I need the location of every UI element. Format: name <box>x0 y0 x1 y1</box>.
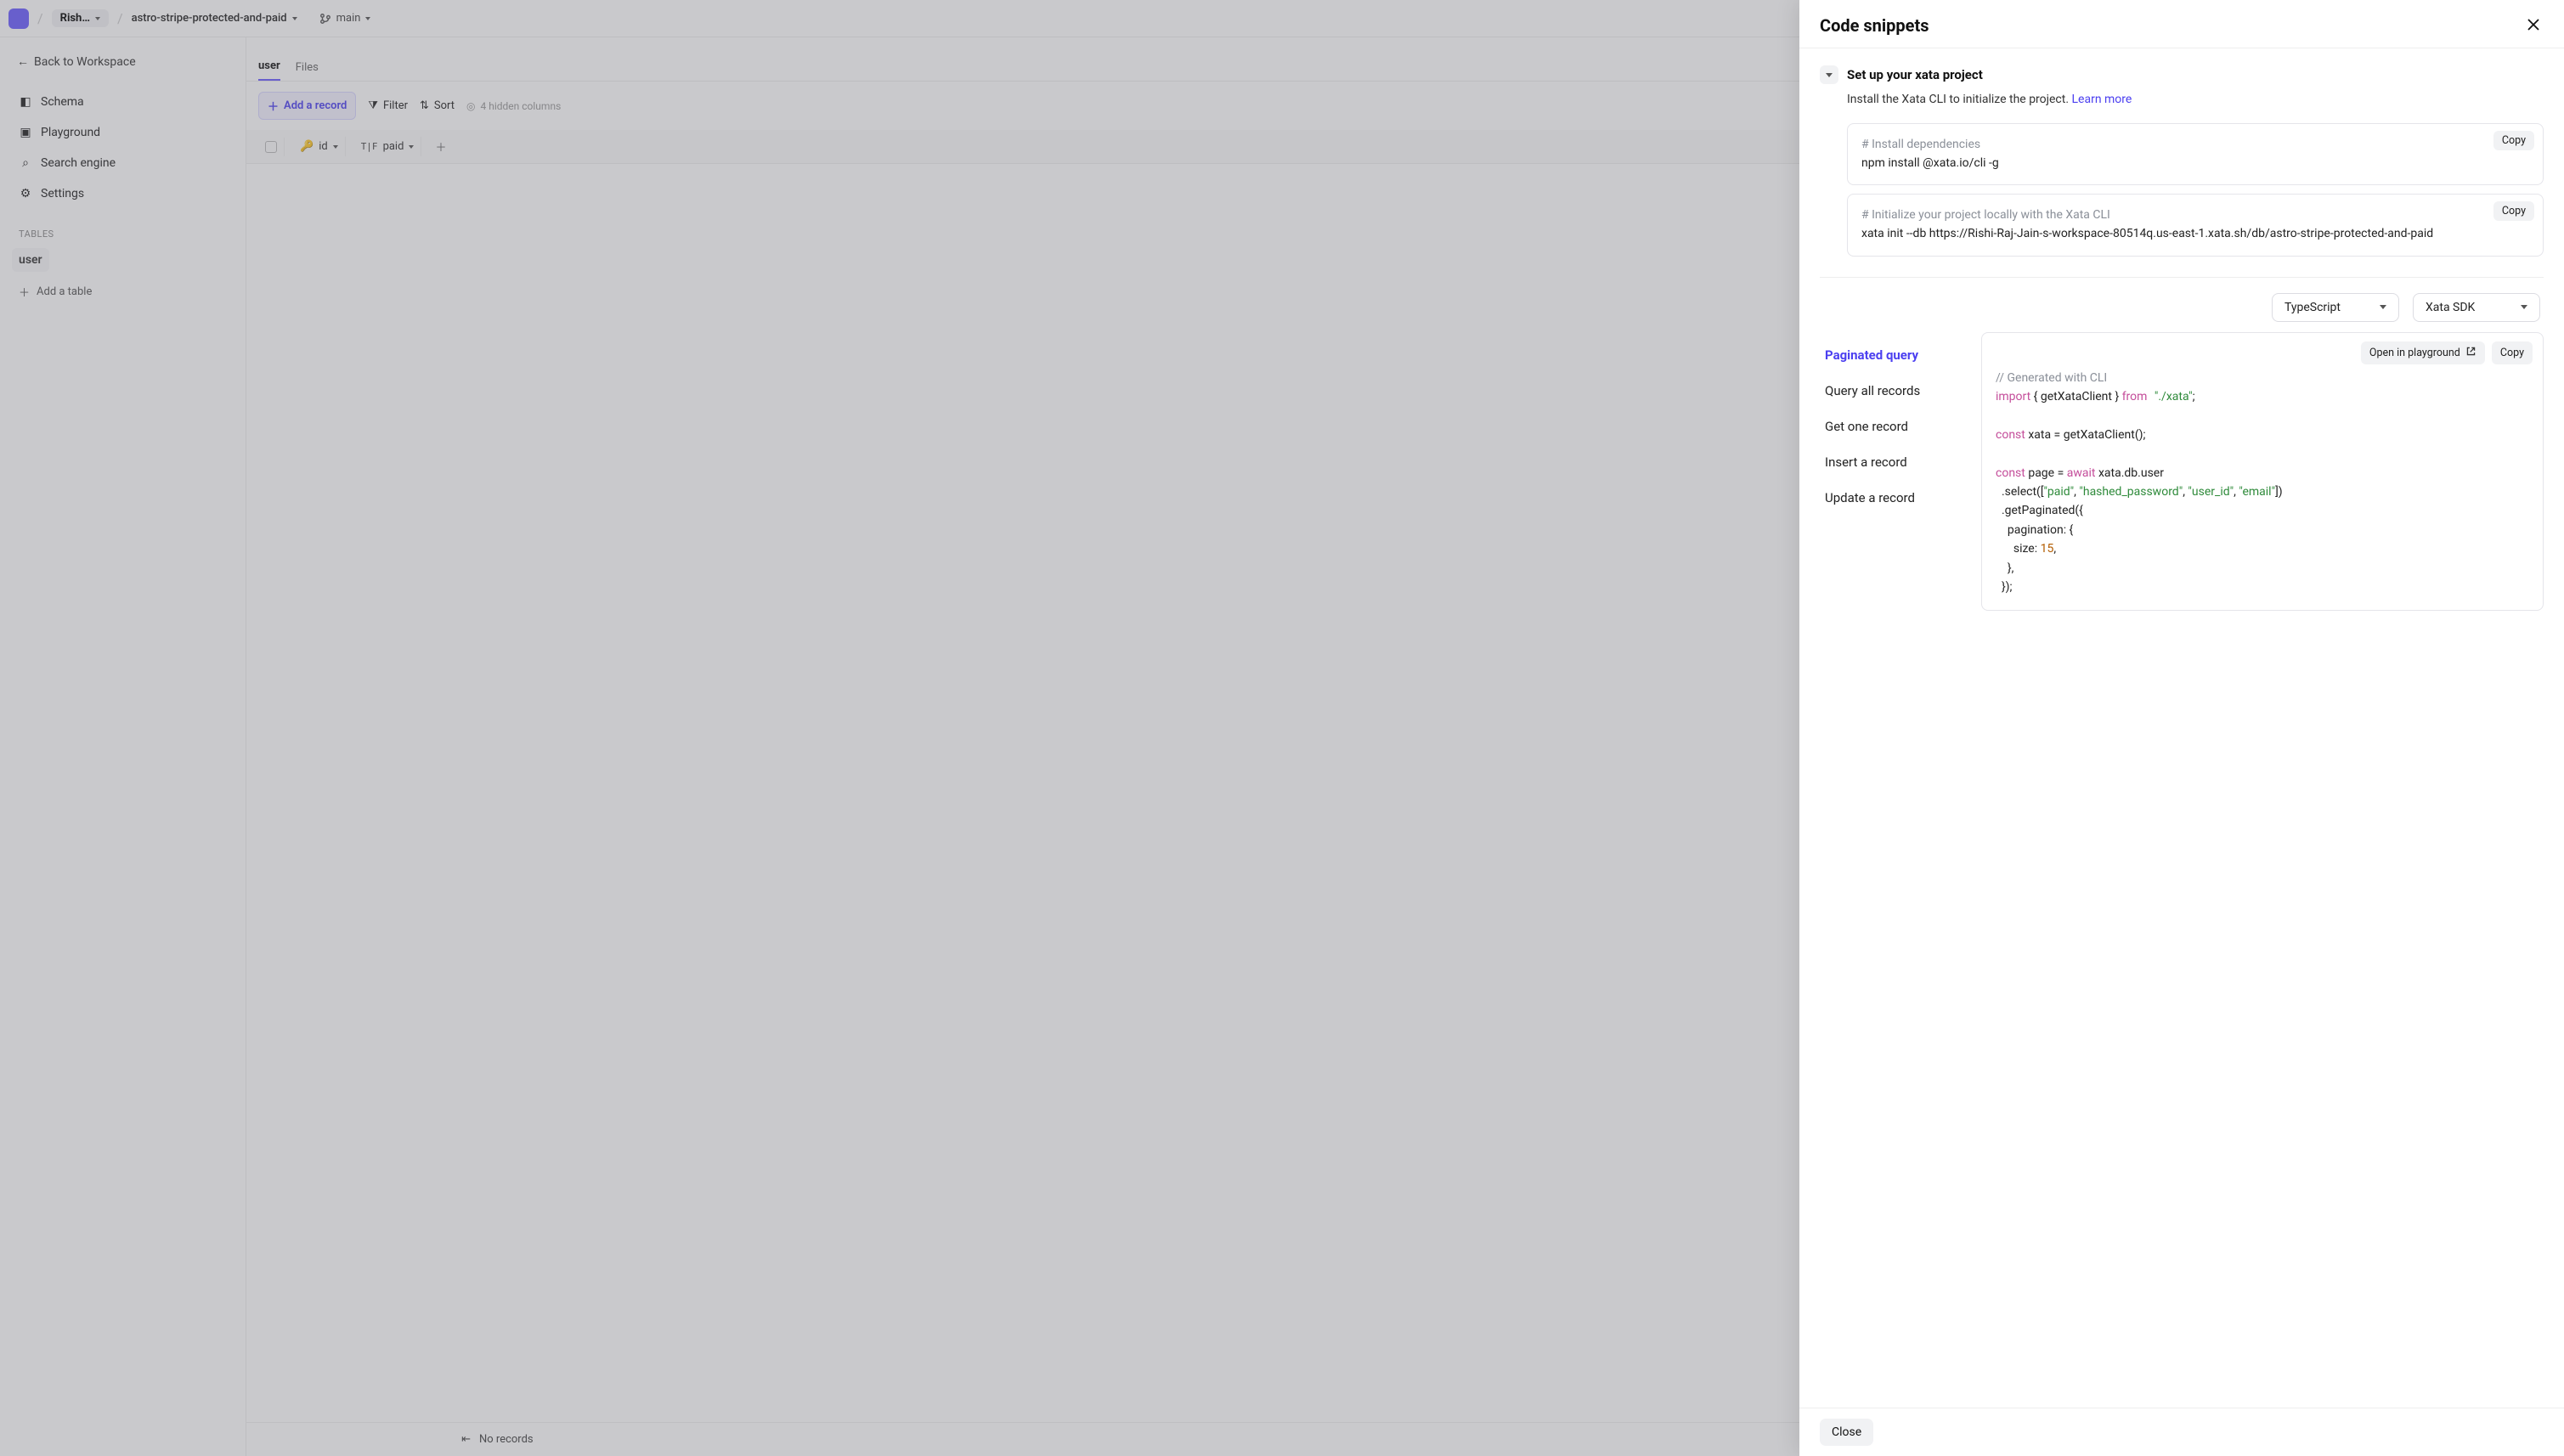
section-setup-header[interactable]: Set up your xata project <box>1820 60 2544 93</box>
chevron-down-icon <box>2380 305 2386 309</box>
open-label: Open in playground <box>2369 347 2460 359</box>
copy-button[interactable]: Copy <box>2493 131 2534 150</box>
panel-title: Code snippets <box>1820 15 1929 36</box>
query-update[interactable]: Update a record <box>1820 480 1981 516</box>
divider <box>1820 277 2544 278</box>
query-paginated[interactable]: Paginated query <box>1820 337 1981 373</box>
overlay[interactable]: Code snippets Set up your xata project I… <box>0 0 2564 1456</box>
close-icon[interactable] <box>2525 16 2544 35</box>
external-link-icon <box>2465 346 2476 360</box>
code-line: xata init --db https://Rishi-Raj-Jain-s-… <box>1861 227 2433 240</box>
init-code-block: Copy # Initialize your project locally w… <box>1847 194 2544 256</box>
code-content: // Generated with CLI import { getXataCl… <box>1996 369 2529 597</box>
code-comment: # Install dependencies <box>1861 138 1980 151</box>
code-snippets-panel: Code snippets Set up your xata project I… <box>1799 0 2564 1456</box>
section-setup-desc: Install the Xata CLI to initialize the p… <box>1820 93 2544 115</box>
section-title: Set up your xata project <box>1847 67 1983 82</box>
learn-more-link[interactable]: Learn more <box>2072 93 2132 106</box>
close-button[interactable]: Close <box>1820 1419 1873 1446</box>
query-one[interactable]: Get one record <box>1820 409 1981 444</box>
code-comment: # Initialize your project locally with t… <box>1861 208 2110 222</box>
chevron-down-icon <box>2521 305 2527 309</box>
query-type-list: Paginated query Query all records Get on… <box>1820 332 1981 612</box>
desc-text: Install the Xata CLI to initialize the p… <box>1847 93 2072 106</box>
query-insert[interactable]: Insert a record <box>1820 444 1981 480</box>
chevron-down-icon <box>1826 73 1833 77</box>
install-code-block: Copy # Install dependencies npm install … <box>1847 123 2544 185</box>
select-value: TypeScript <box>2284 301 2341 314</box>
copy-button[interactable]: Copy <box>2493 201 2534 221</box>
code-line: npm install @xata.io/cli -g <box>1861 156 1999 170</box>
sdk-select[interactable]: Xata SDK <box>2413 293 2540 322</box>
copy-button[interactable]: Copy <box>2492 341 2533 364</box>
open-in-playground-button[interactable]: Open in playground <box>2361 341 2485 364</box>
select-value: Xata SDK <box>2426 301 2475 314</box>
collapse-toggle[interactable] <box>1820 65 1838 84</box>
query-code-block: Open in playground Copy // Generated wit… <box>1981 332 2544 612</box>
language-select[interactable]: TypeScript <box>2272 293 2399 322</box>
query-all[interactable]: Query all records <box>1820 373 1981 409</box>
